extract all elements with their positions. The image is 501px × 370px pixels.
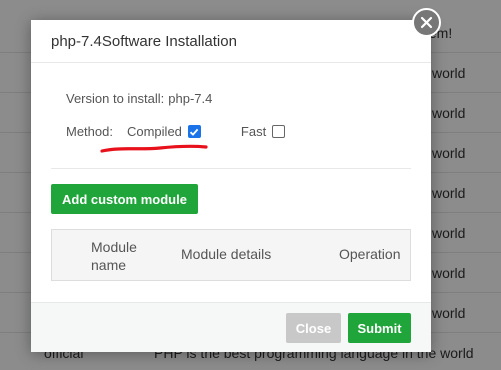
version-label: Version to install: bbox=[66, 91, 165, 106]
dialog-footer: Close Submit bbox=[31, 302, 431, 352]
column-module-name: Module name bbox=[91, 239, 137, 273]
option-fast[interactable]: Fast bbox=[240, 124, 286, 139]
module-table-header: Module name Module details Operation bbox=[51, 229, 411, 281]
option-fast-label: Fast bbox=[240, 124, 267, 139]
submit-button[interactable]: Submit bbox=[348, 313, 411, 343]
red-underline-annotation bbox=[100, 144, 208, 153]
close-icon bbox=[420, 16, 433, 29]
dialog-title: php-7.4Software Installation bbox=[51, 32, 237, 50]
close-button[interactable]: Close bbox=[286, 313, 341, 343]
dialog-header: php-7.4Software Installation bbox=[31, 20, 431, 63]
column-module-details: Module details bbox=[181, 246, 272, 262]
add-custom-module-button[interactable]: Add custom module bbox=[51, 184, 198, 214]
version-value: php-7.4 bbox=[168, 91, 213, 106]
checkmark-icon bbox=[190, 128, 199, 136]
divider bbox=[51, 168, 411, 169]
column-operation: Operation bbox=[339, 246, 401, 262]
install-dialog: php-7.4Software Installation Version to … bbox=[31, 20, 431, 352]
fast-checkbox[interactable] bbox=[272, 125, 286, 138]
version-row: Version to install: php-7.4 bbox=[66, 91, 212, 106]
close-dialog-button[interactable] bbox=[412, 8, 441, 37]
